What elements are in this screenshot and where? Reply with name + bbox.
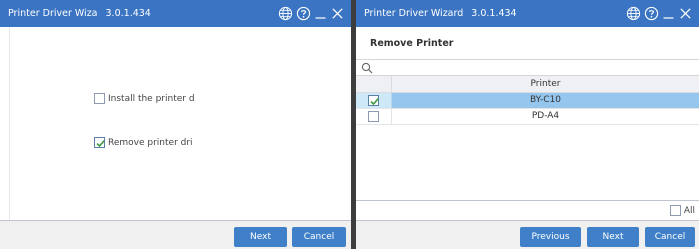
right-title-bar[interactable]: Printer Driver Wizard 3.0.1.434 [356, 0, 699, 27]
globe-icon[interactable] [626, 6, 641, 21]
printer-name: PD-A4 [391, 109, 699, 124]
row-checkbox[interactable] [368, 111, 379, 122]
close-icon[interactable] [678, 6, 693, 21]
search-icon [361, 62, 373, 74]
install-option-label: Install the printer d [108, 93, 195, 104]
search-input[interactable] [356, 59, 699, 76]
install-option[interactable]: Install the printer d [94, 93, 195, 104]
select-all-label: All [683, 205, 695, 216]
left-wizard-window: Printer Driver Wiza 3.0.1.434 Install the… [0, 0, 351, 249]
previous-button[interactable]: Previous [520, 227, 581, 247]
globe-icon[interactable] [278, 6, 293, 21]
right-wizard-window: Printer Driver Wizard 3.0.1.434 Remove Pr… [356, 0, 699, 249]
table-row[interactable]: PD-A4 [356, 109, 699, 125]
left-next-button[interactable]: Next [234, 227, 287, 247]
row-checkbox-cell [356, 109, 391, 124]
left-title-text: Printer Driver Wiza [8, 8, 98, 19]
select-all-checkbox[interactable] [669, 205, 681, 216]
printer-name: BY-C10 [391, 93, 699, 108]
left-title-version: 3.0.1.434 [105, 8, 151, 19]
left-content-panel: Install the printer d Remove printer dri [9, 27, 351, 220]
row-checkbox-cell [356, 93, 391, 108]
remove-checkbox[interactable] [94, 137, 105, 148]
help-icon[interactable] [296, 6, 311, 21]
remove-option-label: Remove printer dri [108, 137, 193, 148]
table-divider [356, 200, 699, 201]
install-checkbox[interactable] [94, 93, 105, 104]
row-checkbox[interactable] [368, 95, 379, 106]
column-header-printer[interactable]: Printer [391, 76, 699, 93]
table-header: Printer [356, 76, 699, 93]
right-title-controls [626, 6, 693, 21]
right-next-button[interactable]: Next [587, 227, 639, 247]
help-icon[interactable] [644, 6, 659, 21]
right-title-version: 3.0.1.434 [471, 8, 517, 19]
left-cancel-button[interactable]: Cancel [292, 227, 346, 247]
left-title-controls [278, 6, 345, 21]
minimize-icon[interactable] [314, 6, 327, 21]
left-title: Printer Driver Wiza 3.0.1.434 [8, 8, 151, 19]
right-title: Printer Driver Wizard 3.0.1.434 [364, 8, 517, 19]
checkmark-icon [370, 98, 379, 106]
right-cancel-button[interactable]: Cancel [645, 227, 695, 247]
remove-option[interactable]: Remove printer dri [94, 137, 193, 148]
table-row[interactable]: BY-C10 [356, 93, 699, 109]
left-title-bar[interactable]: Printer Driver Wiza 3.0.1.434 [0, 0, 351, 27]
minimize-icon[interactable] [662, 6, 675, 21]
right-title-text: Printer Driver Wizard [364, 8, 464, 19]
close-icon[interactable] [330, 6, 345, 21]
page-title: Remove Printer [370, 38, 454, 49]
printer-table: Printer BY-C10 PD-A4 [356, 76, 699, 200]
checkmark-icon [96, 140, 105, 148]
select-all[interactable]: All [669, 205, 695, 216]
